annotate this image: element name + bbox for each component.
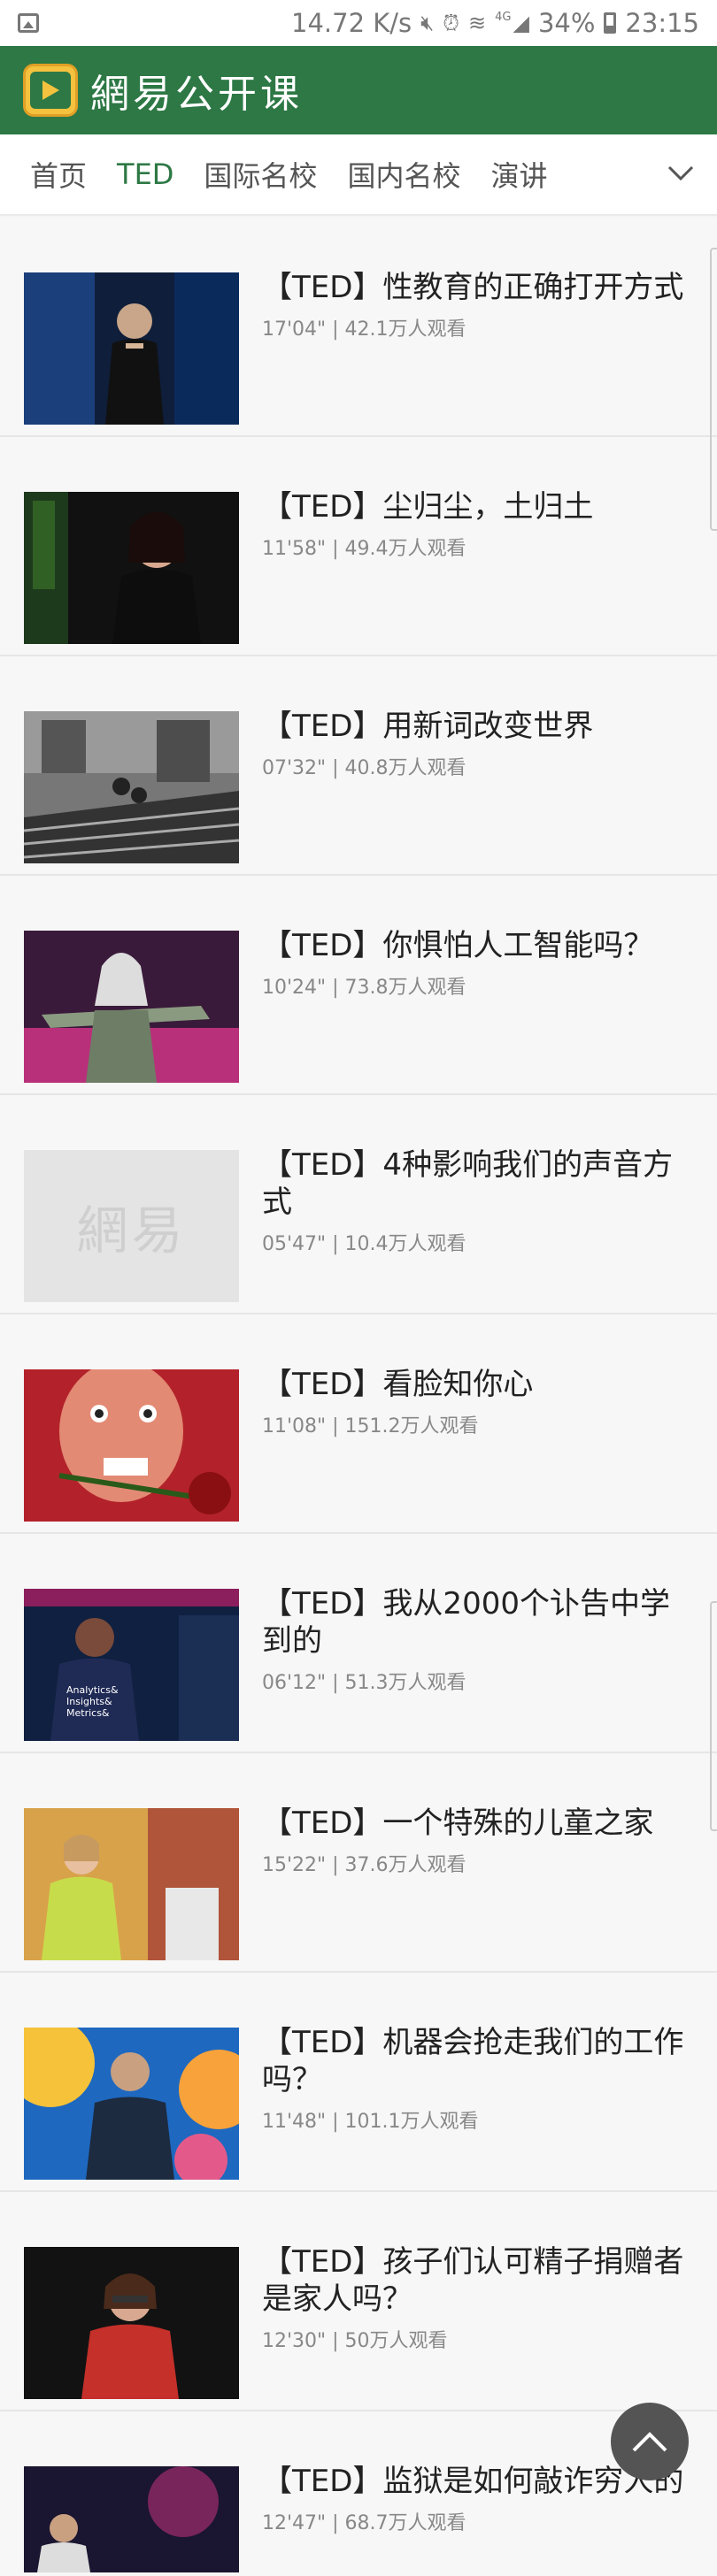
video-thumbnail[interactable] xyxy=(24,931,239,1083)
list-item[interactable]: 網易 【TED】4种影响我们的声音方式 05'47" | 10.4万人观看 xyxy=(0,1095,717,1315)
list-item[interactable]: 【TED】看脸知你心 11'08" | 151.2万人观看 xyxy=(0,1315,717,1534)
list-item[interactable]: 【TED】用新词改变世界 07'32" | 40.8万人观看 xyxy=(0,656,717,876)
video-thumbnail[interactable] xyxy=(24,2466,239,2572)
tab-home[interactable]: 首页 xyxy=(30,154,87,195)
video-title[interactable]: 【TED】你惧怕人工智能吗？ xyxy=(262,927,699,964)
video-thumbnail[interactable] xyxy=(24,1808,239,1960)
video-meta: 11'48" | 101.1万人观看 xyxy=(262,2111,479,2133)
list-item[interactable]: 【TED】你惧怕人工智能吗？ 10'24" | 73.8万人观看 xyxy=(0,876,717,1095)
list-item[interactable]: Analytics& Insights& Metrics& 【TED】我从200… xyxy=(0,1534,717,1753)
signal-icon: ◢ xyxy=(513,11,529,35)
scroll-indicator xyxy=(710,1601,717,1831)
battery-icon xyxy=(604,12,617,34)
list-item[interactable]: 【TED】监狱是如何敲诈穷人的 12'47" | 68.7万人观看 xyxy=(0,2411,717,2576)
video-thumbnail[interactable] xyxy=(24,2247,239,2399)
video-list: 【TED】性教育的正确打开方式 17'04" | 42.1万人观看 【TED】尘… xyxy=(0,218,717,2576)
network-speed: 14.72 K/s xyxy=(291,8,412,38)
clock: 23:15 xyxy=(625,8,699,38)
placeholder-logo-text: 網易 xyxy=(76,1200,187,1261)
list-item[interactable]: 【TED】性教育的正确打开方式 17'04" | 42.1万人观看 xyxy=(0,218,717,437)
video-meta: 11'58" | 49.4万人观看 xyxy=(262,538,466,560)
app-header: 網易公开课 xyxy=(0,46,717,134)
video-title[interactable]: 【TED】性教育的正确打开方式 xyxy=(262,269,699,306)
play-logo-icon[interactable] xyxy=(23,64,78,117)
thumbnail-shirt-text: Analytics& Insights& Metrics& xyxy=(66,1684,119,1719)
chevron-up-icon xyxy=(632,2432,667,2452)
battery-percent: 34% xyxy=(537,8,596,38)
alarm-icon: ⏰︎ xyxy=(443,11,460,35)
video-meta: 17'04" | 42.1万人观看 xyxy=(262,318,466,341)
video-meta: 07'32" | 40.8万人观看 xyxy=(262,757,466,779)
status-bar: 14.72 K/s 🔇︎ ⏰︎ ≋ 4G ◢ 34% 23:15 xyxy=(0,0,717,46)
video-title[interactable]: 【TED】机器会抢走我们的工作吗？ xyxy=(262,2024,699,2098)
tab-domestic-schools[interactable]: 国内名校 xyxy=(347,154,460,195)
video-meta: 05'47" | 10.4万人观看 xyxy=(262,1233,466,1255)
wifi-icon: ≋ xyxy=(468,11,487,35)
video-thumbnail[interactable] xyxy=(24,1369,239,1522)
list-item[interactable]: 【TED】一个特殊的儿童之家 15'22" | 37.6万人观看 xyxy=(0,1753,717,1973)
app-title: 網易公开课 xyxy=(90,72,303,117)
video-title[interactable]: 【TED】用新词改变世界 xyxy=(262,708,699,745)
video-title[interactable]: 【TED】孩子们认可精子捐赠者是家人吗？ xyxy=(262,2243,699,2318)
gallery-icon xyxy=(18,13,39,33)
video-meta: 12'47" | 68.7万人观看 xyxy=(262,2512,466,2534)
chevron-down-icon[interactable] xyxy=(667,159,694,186)
tab-ted[interactable]: TED xyxy=(117,157,173,191)
video-thumbnail[interactable] xyxy=(24,711,239,863)
video-title[interactable]: 【TED】我从2000个讣告中学到的 xyxy=(262,1585,699,1660)
mute-icon: 🔇︎ xyxy=(420,11,435,35)
category-tabs: 首页 TED 国际名校 国内名校 演讲 xyxy=(0,134,717,216)
video-thumbnail[interactable]: Analytics& Insights& Metrics& xyxy=(24,1589,239,1741)
video-thumbnail[interactable] xyxy=(24,2028,239,2180)
video-title[interactable]: 【TED】看脸知你心 xyxy=(262,1366,699,1403)
video-meta: 06'12" | 51.3万人观看 xyxy=(262,1672,466,1694)
tab-speeches[interactable]: 演讲 xyxy=(490,154,547,195)
scroll-to-top-button[interactable] xyxy=(611,2403,689,2480)
network-type: 4G xyxy=(495,10,512,24)
list-item[interactable]: 【TED】尘归尘，土归土 11'58" | 49.4万人观看 xyxy=(0,437,717,656)
video-meta: 12'30" | 50万人观看 xyxy=(262,2330,448,2352)
video-title[interactable]: 【TED】4种影响我们的声音方式 xyxy=(262,1146,699,1221)
list-item[interactable]: 【TED】机器会抢走我们的工作吗？ 11'48" | 101.1万人观看 xyxy=(0,1973,717,2192)
list-item[interactable]: 【TED】孩子们认可精子捐赠者是家人吗？ 12'30" | 50万人观看 xyxy=(0,2192,717,2411)
video-thumbnail-placeholder[interactable]: 網易 xyxy=(24,1150,239,1302)
video-thumbnail[interactable] xyxy=(24,272,239,425)
video-meta: 11'08" | 151.2万人观看 xyxy=(262,1415,479,1438)
video-title[interactable]: 【TED】一个特殊的儿童之家 xyxy=(262,1805,699,1842)
video-thumbnail[interactable] xyxy=(24,492,239,644)
scroll-indicator xyxy=(710,248,717,531)
video-meta: 10'24" | 73.8万人观看 xyxy=(262,977,466,999)
video-title[interactable]: 【TED】尘归尘，土归土 xyxy=(262,488,699,525)
tab-international-schools[interactable]: 国际名校 xyxy=(204,154,317,195)
video-meta: 15'22" | 37.6万人观看 xyxy=(262,1854,466,1876)
